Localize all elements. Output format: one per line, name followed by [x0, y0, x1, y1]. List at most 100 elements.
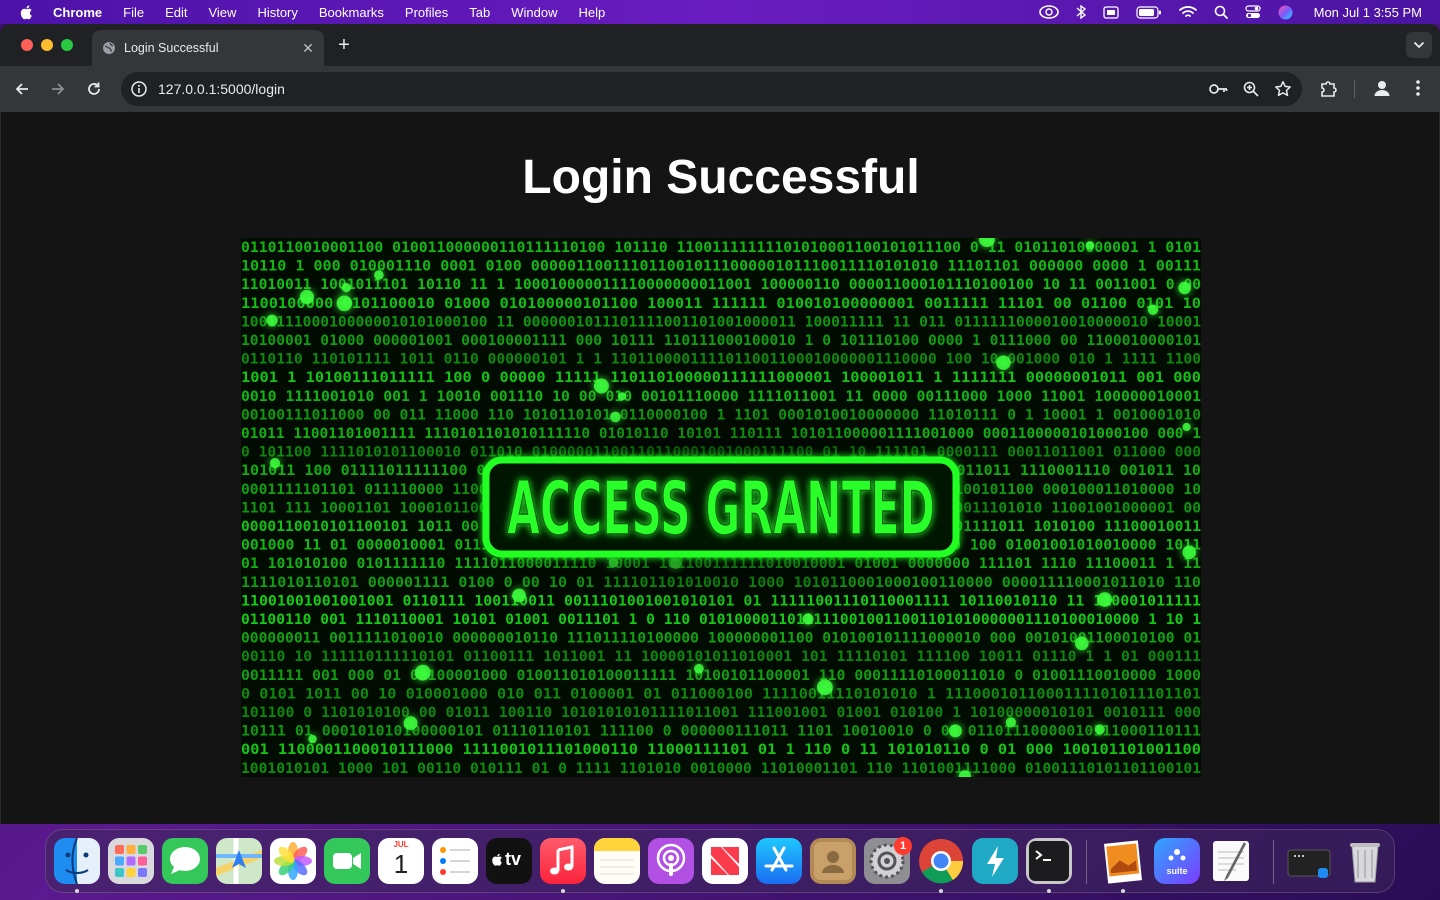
dock-notes-icon[interactable] [594, 838, 640, 884]
address-bar[interactable]: 127.0.0.1:5000/login [121, 72, 1302, 106]
reload-button[interactable] [83, 78, 105, 100]
zoom-icon[interactable] [1242, 80, 1260, 98]
keyboard-input-icon[interactable] [1102, 5, 1119, 19]
menu-help[interactable]: Help [579, 5, 606, 20]
globe-icon [103, 42, 115, 54]
dock-calendar-icon[interactable]: JUL 1 [378, 838, 424, 884]
menu-bar: Chrome File Edit View History Bookmarks … [0, 0, 1440, 24]
access-granted-banner: ACCESS GRANTED [507, 466, 935, 552]
dock-podcasts-icon[interactable] [648, 838, 694, 884]
glow-particle [1182, 422, 1191, 432]
binary-row: 00110 10 111110111110101 01100111 101100… [241, 649, 1201, 665]
music-running-dot [561, 889, 565, 893]
profile-button[interactable] [1372, 78, 1392, 98]
control-center-icon[interactable] [1245, 5, 1261, 19]
dock-finder-icon[interactable] [54, 838, 100, 884]
dock-news-icon[interactable] [702, 838, 748, 884]
menu-file[interactable]: File [123, 5, 144, 20]
password-key-icon[interactable] [1208, 80, 1228, 98]
dock-preview-icon[interactable] [1100, 838, 1146, 884]
preview-running-dot [1121, 889, 1125, 893]
binary-row: 0011111 001 000 01 00100001000 010011010… [241, 668, 1201, 684]
bluetooth-icon[interactable] [1076, 4, 1086, 20]
bookmark-star-icon[interactable] [1274, 80, 1292, 98]
chrome-menu-button[interactable] [1410, 78, 1426, 98]
tab-search-button[interactable] [1406, 32, 1432, 58]
dock-separator [1086, 840, 1087, 884]
site-info-icon[interactable] [130, 80, 148, 98]
menu-clock[interactable]: Mon Jul 1 3:55 PM [1314, 5, 1422, 20]
binary-row: 001 1100001100010111000 1111001011101000… [241, 742, 1201, 758]
siri-icon[interactable] [1278, 5, 1293, 20]
new-tab-button[interactable]: + [334, 35, 354, 55]
glow-particle [336, 295, 353, 312]
dock-separator-2 [1273, 840, 1274, 884]
close-window-button[interactable] [21, 39, 33, 51]
tab-strip: Login Successful ✕ + [0, 24, 1440, 66]
apple-logo-icon[interactable] [19, 4, 35, 20]
spotlight-search-icon[interactable] [1214, 5, 1228, 19]
tab-login-successful[interactable]: Login Successful ✕ [92, 30, 324, 66]
dock-screen-window-icon[interactable] [1286, 838, 1332, 884]
glow-particle [1075, 636, 1089, 651]
glow-particle [374, 270, 384, 280]
calendar-day: 1 [393, 849, 409, 879]
dock-chrome-icon[interactable] [918, 838, 964, 884]
page-title: Login Successful [522, 151, 920, 204]
menu-app-name[interactable]: Chrome [53, 5, 102, 20]
battery-icon[interactable] [1136, 5, 1162, 19]
zoom-window-button[interactable] [61, 39, 73, 51]
dock-contacts-icon[interactable] [810, 838, 856, 884]
dock-messages-icon[interactable] [162, 838, 208, 884]
close-tab-icon[interactable]: ✕ [300, 40, 316, 56]
dock-suite-icon[interactable]: suite [1154, 838, 1200, 884]
chrome-running-dot [939, 889, 943, 893]
binary-row: 1001 1 10100111011111 100 0 00000 11111 … [241, 370, 1201, 386]
dock-music-icon[interactable] [540, 838, 586, 884]
binary-row: 1100100000 0101100010 01000 010100000101… [241, 296, 1201, 312]
dock-bolt-app-icon[interactable] [972, 838, 1018, 884]
menu-tab[interactable]: Tab [469, 5, 490, 20]
kebab-menu-icon [1416, 80, 1420, 96]
finder-running-dot [75, 889, 79, 893]
dock-trash-icon[interactable] [1342, 838, 1388, 884]
glow-particle [299, 289, 314, 305]
menu-edit[interactable]: Edit [165, 5, 187, 20]
calendar-month: JUL [393, 840, 409, 849]
dock-app-store-icon[interactable] [756, 838, 802, 884]
glow-particle [512, 588, 526, 603]
extensions-button[interactable] [1319, 78, 1339, 98]
binary-row: 1001111000100000010101000100 11 00000010… [241, 314, 1201, 330]
dock-reminders-icon[interactable] [432, 838, 478, 884]
minimize-window-button[interactable] [41, 39, 53, 51]
dock-terminal-icon[interactable] [1026, 838, 1072, 884]
menu-history[interactable]: History [257, 5, 297, 20]
dock-launchpad-icon[interactable] [108, 838, 154, 884]
binary-row: 10110 1 000 010001110 0001 0100 00000110… [241, 259, 1201, 275]
binary-row: 0 0101 1011 00 10 010001000 010 011 0100… [241, 686, 1201, 702]
menu-view[interactable]: View [208, 5, 236, 20]
binary-row: 000000011 0011111010010 000000010110 111… [241, 631, 1201, 647]
glow-particle [1182, 545, 1197, 560]
menu-window[interactable]: Window [511, 5, 557, 20]
creative-cloud-icon[interactable] [1038, 5, 1059, 19]
dock-textedit-icon[interactable] [1208, 838, 1254, 884]
dock-facetime-icon[interactable] [324, 838, 370, 884]
tab-title: Login Successful [124, 41, 219, 55]
glow-particle [996, 355, 1011, 370]
reload-icon [88, 82, 100, 95]
wifi-icon[interactable] [1178, 5, 1197, 19]
menu-bookmarks[interactable]: Bookmarks [319, 5, 384, 20]
glow-particle [593, 378, 609, 394]
dock-photos-icon[interactable] [270, 838, 316, 884]
glow-particle [817, 679, 833, 696]
forward-button[interactable] [47, 78, 69, 100]
access-granted-image: 0110110010001100 01001100000011011111010… [241, 238, 1201, 777]
url-text[interactable]: 127.0.0.1:5000/login [158, 81, 285, 97]
back-button[interactable] [11, 78, 33, 100]
menu-profiles[interactable]: Profiles [405, 5, 448, 20]
dock-tv-icon[interactable]: tv [486, 838, 532, 884]
arrow-right-icon [52, 83, 65, 95]
chevron-down-icon [1413, 41, 1425, 49]
dock-maps-icon[interactable] [216, 838, 262, 884]
